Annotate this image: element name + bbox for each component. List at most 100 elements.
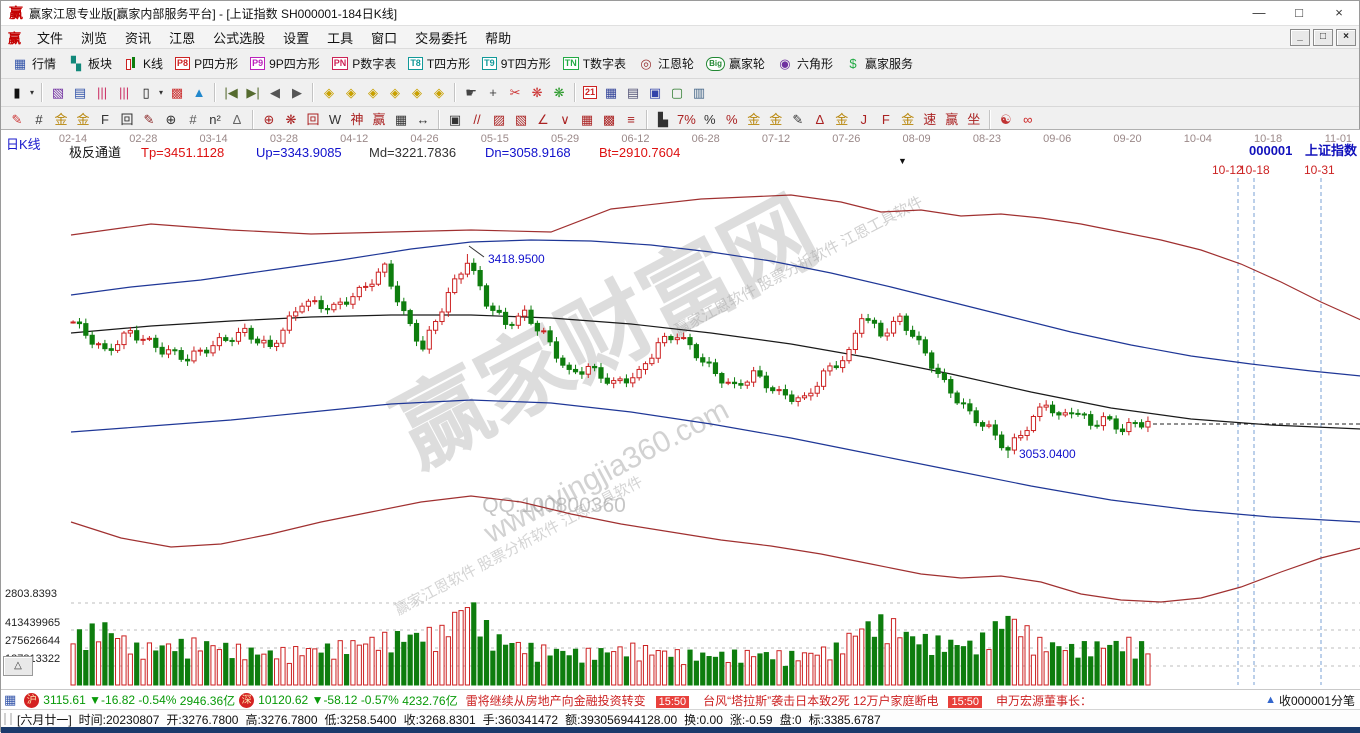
- expand-horizontal-tool[interactable]: ◈: [362, 84, 384, 102]
- menu-item-8[interactable]: 交易委托: [406, 31, 476, 46]
- brush-pen-tool[interactable]: ✎: [787, 111, 809, 129]
- mdi-restore-button[interactable]: □: [1313, 29, 1333, 46]
- sector-button[interactable]: ▚板块: [62, 54, 118, 73]
- volume-profile-tool[interactable]: ▙: [652, 111, 674, 129]
- fan-box-tool[interactable]: ▨: [488, 111, 510, 129]
- first-page-button[interactable]: |◀: [220, 84, 242, 102]
- winner-service-button[interactable]: $赢家服务: [839, 54, 919, 73]
- menu-item-1[interactable]: 浏览: [72, 31, 116, 46]
- tick-chart-link[interactable]: ▲ 收000001分笔: [1265, 692, 1360, 709]
- news-item-1[interactable]: 台风“塔拉斯”袭击日本致2死 12万户家庭断电: [703, 694, 938, 708]
- bars9-tool[interactable]: |||: [113, 84, 135, 102]
- gold-triangle-tool[interactable]: 金: [831, 111, 853, 129]
- color-mountain-tool[interactable]: ▲: [188, 84, 210, 102]
- wave-tool[interactable]: W: [324, 111, 346, 129]
- mdi-minimize-button[interactable]: _: [1290, 29, 1310, 46]
- hash-grid-tool[interactable]: #: [182, 111, 204, 129]
- news-item-2[interactable]: 申万宏源董事长：: [996, 694, 1092, 708]
- gold-line-tool[interactable]: 金: [765, 111, 787, 129]
- infinity-tool[interactable]: ∞: [1017, 111, 1039, 129]
- expand-vertical-tool[interactable]: ◈: [406, 84, 428, 102]
- gold-circle-tool[interactable]: 金: [743, 111, 765, 129]
- quote-grid-icon[interactable]: ▦: [4, 692, 16, 708]
- p-square-button[interactable]: P8P四方形: [169, 54, 244, 73]
- grid-ruler-tool[interactable]: #: [28, 111, 50, 129]
- expand-left-tool[interactable]: ◈: [318, 84, 340, 102]
- news-ticker[interactable]: 雷将继续从房地产向金融投资转变15:50台风“塔拉斯”袭击日本致2死 12万户家…: [458, 692, 1092, 709]
- pattern-grid-tool[interactable]: ▩: [166, 84, 188, 102]
- gann-wheel-button[interactable]: ◎江恩轮: [632, 54, 700, 73]
- menu-item-6[interactable]: 工具: [318, 31, 362, 46]
- p-number-button[interactable]: PNP数字表: [326, 54, 403, 73]
- angle-line-tool[interactable]: ∠: [532, 111, 554, 129]
- spiral-tool[interactable]: 回: [116, 111, 138, 129]
- window-export-tool[interactable]: ▢: [666, 84, 688, 102]
- calendar-tool[interactable]: 21: [580, 85, 600, 100]
- minimize-button[interactable]: —: [1239, 1, 1279, 25]
- crosshair-tool[interactable]: +: [482, 84, 504, 102]
- zone-select-tool[interactable]: ▧: [47, 84, 69, 102]
- calculator-tool[interactable]: ▦: [600, 84, 622, 102]
- kline-style-dropdown[interactable]: ▮▾: [6, 84, 37, 102]
- pct-line-tool[interactable]: %: [721, 111, 743, 129]
- next-bar-button[interactable]: ▶: [286, 84, 308, 102]
- menu-item-5[interactable]: 设置: [274, 31, 318, 46]
- pct-tool[interactable]: %: [699, 111, 721, 129]
- parallel-lines-tool[interactable]: ≡: [620, 111, 642, 129]
- hand-tool[interactable]: ☛: [460, 84, 482, 102]
- notepad-tool[interactable]: ▤: [622, 84, 644, 102]
- t-square-button[interactable]: T8T四方形: [402, 54, 476, 73]
- fan-square-tool[interactable]: ▧: [510, 111, 532, 129]
- news-item-0[interactable]: 雷将继续从房地产向金融投资转变: [466, 694, 646, 708]
- memo-list-tool[interactable]: ▤: [69, 84, 91, 102]
- menu-item-2[interactable]: 资讯: [116, 31, 160, 46]
- menu-item-0[interactable]: 文件: [28, 31, 72, 46]
- scissors-tool[interactable]: ✂: [504, 84, 526, 102]
- gann-square-spiral-tool[interactable]: 回: [302, 111, 324, 129]
- close-button[interactable]: ×: [1319, 1, 1359, 25]
- zuo-tool[interactable]: 坐: [963, 111, 985, 129]
- expand-right-tool[interactable]: ◈: [340, 84, 362, 102]
- v-line-tool[interactable]: ∨: [554, 111, 576, 129]
- compress-horizontal-tool[interactable]: ◈: [384, 84, 406, 102]
- grid-b-tool[interactable]: ▩: [598, 111, 620, 129]
- ying-grid-tool[interactable]: 赢: [368, 111, 390, 129]
- taichi-tool[interactable]: ☯: [995, 111, 1017, 129]
- gann-circle-tool[interactable]: ⊕: [258, 111, 280, 129]
- mind-green-tool[interactable]: ❋: [548, 84, 570, 102]
- angle-ruler-tool[interactable]: ∆: [226, 111, 248, 129]
- hexagon-button[interactable]: ◉六角形: [771, 54, 839, 73]
- grid-a-tool[interactable]: ▦: [576, 111, 598, 129]
- gold-grid1-tool[interactable]: 金: [50, 111, 72, 129]
- pane-toggle-button[interactable]: △: [3, 656, 33, 676]
- gold-angle-tool[interactable]: 金: [897, 111, 919, 129]
- t9-square-button[interactable]: T99T四方形: [476, 54, 557, 73]
- gann-pen-tool[interactable]: ✎: [6, 111, 28, 129]
- j-angle-tool[interactable]: J: [853, 111, 875, 129]
- gold-grid2-tool[interactable]: 金: [72, 111, 94, 129]
- circle-grid-tool[interactable]: ⊕: [160, 111, 182, 129]
- menu-item-4[interactable]: 公式选股: [204, 31, 274, 46]
- ink-pen-tool[interactable]: ✎: [138, 111, 160, 129]
- ruler-grid-tool[interactable]: ▦: [390, 111, 412, 129]
- f-angle-tool[interactable]: F: [875, 111, 897, 129]
- kline-chart-panel[interactable]: △ 赢家财富网赢家江恩软件 股票分析软件 江恩工具软件赢家江恩软件 股票分析软件…: [1, 129, 1360, 690]
- ying-box-tool[interactable]: 赢: [941, 111, 963, 129]
- width-measure-tool[interactable]: ↔: [412, 111, 434, 129]
- n2-grid-tool[interactable]: n²: [204, 111, 226, 129]
- red-fan-tool[interactable]: //: [466, 111, 488, 129]
- speed-line-tool[interactable]: 速: [919, 111, 941, 129]
- menu-item-9[interactable]: 帮助: [476, 31, 520, 46]
- gann-web-tool[interactable]: ❋: [280, 111, 302, 129]
- shen-grid-tool[interactable]: 神: [346, 111, 368, 129]
- box-frame-tool[interactable]: ▣: [444, 111, 466, 129]
- menu-item-3[interactable]: 江恩: [160, 31, 204, 46]
- pct7-tool[interactable]: 7%: [674, 111, 699, 129]
- f-grid-tool[interactable]: F: [94, 111, 116, 129]
- kline-button[interactable]: K线: [118, 54, 169, 73]
- p9-square-button[interactable]: P99P四方形: [244, 54, 326, 73]
- last-page-button[interactable]: ▶|: [242, 84, 264, 102]
- prev-bar-button[interactable]: ◀: [264, 84, 286, 102]
- candle-style-dropdown[interactable]: ▯▾: [135, 84, 166, 102]
- menu-item-7[interactable]: 窗口: [362, 31, 406, 46]
